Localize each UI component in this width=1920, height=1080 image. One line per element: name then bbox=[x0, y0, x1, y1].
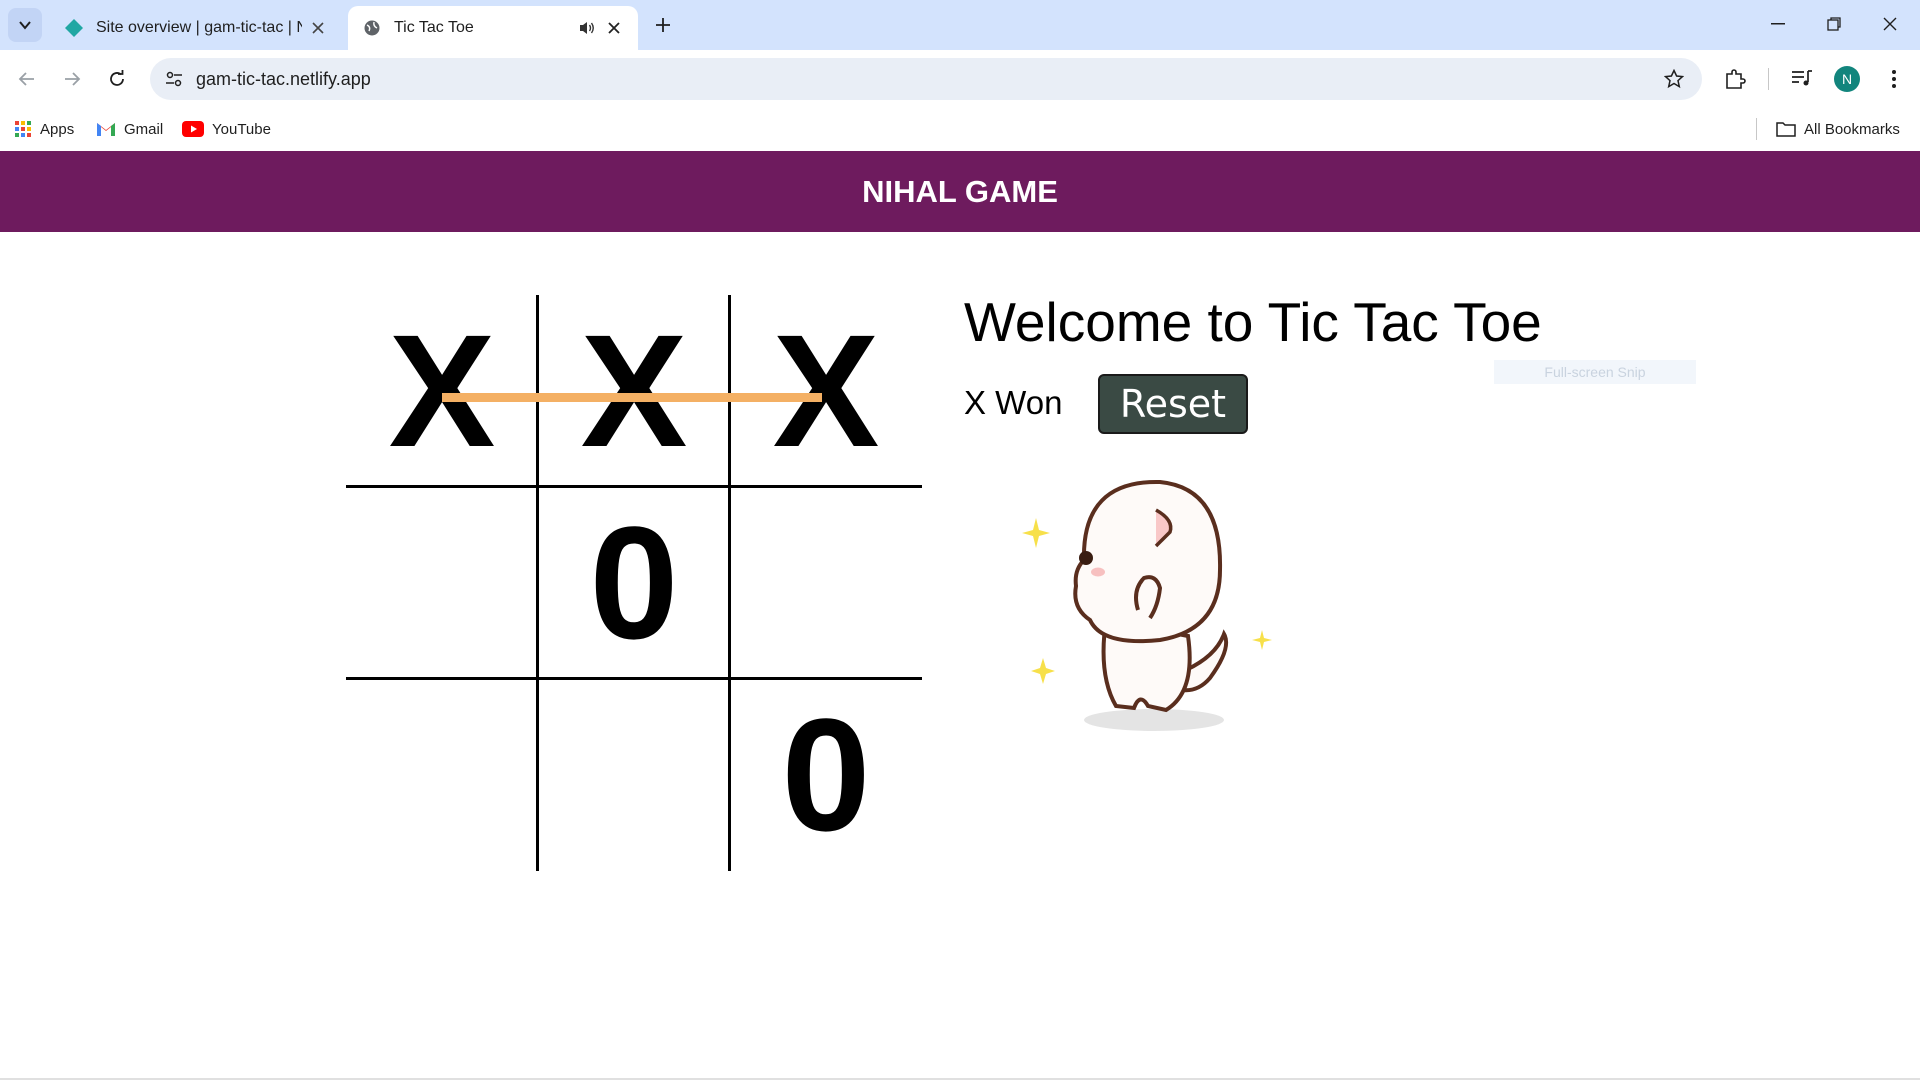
kebab-menu-icon bbox=[1892, 70, 1896, 88]
minimize-icon bbox=[1771, 23, 1785, 25]
toolbar-divider bbox=[1768, 68, 1769, 90]
close-icon bbox=[1883, 17, 1897, 31]
chevron-down-icon bbox=[19, 21, 31, 30]
bookmark-star-icon[interactable] bbox=[1662, 67, 1686, 91]
board-cell-1-1[interactable]: X bbox=[346, 295, 538, 487]
new-tab-button[interactable] bbox=[650, 12, 676, 38]
all-bookmarks-label: All Bookmarks bbox=[1804, 120, 1900, 138]
board-cell-3-2[interactable] bbox=[538, 679, 730, 871]
winning-strike-line bbox=[442, 393, 822, 402]
bookmark-gmail[interactable]: Gmail bbox=[96, 116, 163, 142]
menu-button[interactable] bbox=[1879, 64, 1909, 94]
globe-icon bbox=[362, 18, 382, 38]
site-header-title: NIHAL GAME bbox=[862, 173, 1058, 209]
bookmarks-bar: Apps Gmail YouTube All Bookmarks bbox=[0, 108, 1920, 150]
welcome-heading: Welcome to Tic Tac Toe bbox=[964, 291, 1542, 353]
tab-title: Tic Tac Toe bbox=[394, 19, 474, 36]
arrow-right-icon bbox=[65, 72, 81, 86]
reload-button[interactable] bbox=[100, 62, 134, 96]
speaker-icon[interactable] bbox=[576, 18, 598, 38]
minimize-button[interactable] bbox=[1750, 0, 1806, 48]
media-controls-button[interactable] bbox=[1787, 64, 1817, 94]
board-cell-2-3[interactable] bbox=[730, 487, 922, 679]
site-info-icon[interactable] bbox=[160, 65, 188, 93]
bookmark-apps[interactable]: Apps bbox=[14, 116, 74, 142]
board-cell-1-2[interactable]: X bbox=[538, 295, 730, 487]
address-bar[interactable]: gam-tic-tac.netlify.app bbox=[150, 58, 1702, 100]
bookmark-label: YouTube bbox=[212, 120, 271, 138]
back-button[interactable] bbox=[10, 62, 44, 96]
tab-strip: Site overview | gam-tic-tac | Ne Tic Tac… bbox=[0, 0, 1920, 50]
bookmark-label: Apps bbox=[40, 120, 75, 138]
close-tab-icon[interactable] bbox=[604, 18, 624, 38]
forward-button[interactable] bbox=[55, 62, 89, 96]
tab-search-button[interactable] bbox=[8, 8, 42, 42]
game-board: X X X 0 0 bbox=[346, 295, 922, 871]
restore-icon bbox=[1827, 17, 1841, 31]
board-cell-1-3[interactable]: X bbox=[730, 295, 922, 487]
profile-avatar[interactable]: N bbox=[1834, 66, 1860, 92]
tab-tic-tac-toe[interactable]: Tic Tac Toe bbox=[348, 6, 638, 50]
close-tab-icon[interactable] bbox=[308, 18, 328, 38]
board-cell-2-2[interactable]: 0 bbox=[538, 487, 730, 679]
game-status: X Won bbox=[964, 384, 1063, 421]
close-window-button[interactable] bbox=[1862, 0, 1918, 48]
puzzle-icon bbox=[1726, 69, 1746, 89]
snip-overlay-label: Full-screen Snip bbox=[1494, 360, 1696, 384]
browser-toolbar: gam-tic-tac.netlify.app N bbox=[0, 50, 1920, 108]
site-header: NIHAL GAME bbox=[0, 151, 1920, 232]
gmail-icon bbox=[97, 123, 115, 136]
tab-title: Site overview | gam-tic-tac | Ne bbox=[96, 19, 302, 36]
plus-icon bbox=[656, 18, 670, 32]
board-cell-3-1[interactable] bbox=[346, 679, 538, 871]
youtube-icon bbox=[182, 121, 204, 137]
reset-button[interactable]: Reset bbox=[1098, 374, 1248, 434]
extensions-button[interactable] bbox=[1720, 64, 1750, 94]
bookmark-youtube[interactable]: YouTube bbox=[182, 116, 271, 142]
apps-grid-icon bbox=[15, 121, 31, 137]
queue-music-icon bbox=[1792, 70, 1812, 86]
arrow-left-icon bbox=[18, 72, 34, 86]
netlify-diamond-icon bbox=[64, 18, 84, 38]
reload-icon bbox=[110, 70, 124, 86]
bookmark-label: Gmail bbox=[124, 120, 164, 138]
board-cell-3-3[interactable]: 0 bbox=[730, 679, 922, 871]
celebration-cat-illustration bbox=[1022, 479, 1272, 731]
restore-button[interactable] bbox=[1806, 0, 1862, 48]
tab-site-overview[interactable]: Site overview | gam-tic-tac | Ne bbox=[50, 6, 342, 50]
folder-icon bbox=[1776, 122, 1796, 137]
url-text: gam-tic-tac.netlify.app bbox=[196, 68, 371, 89]
bookmarks-divider bbox=[1756, 118, 1757, 140]
all-bookmarks-button[interactable]: All Bookmarks bbox=[1776, 116, 1900, 142]
board-cell-2-1[interactable] bbox=[346, 487, 538, 679]
